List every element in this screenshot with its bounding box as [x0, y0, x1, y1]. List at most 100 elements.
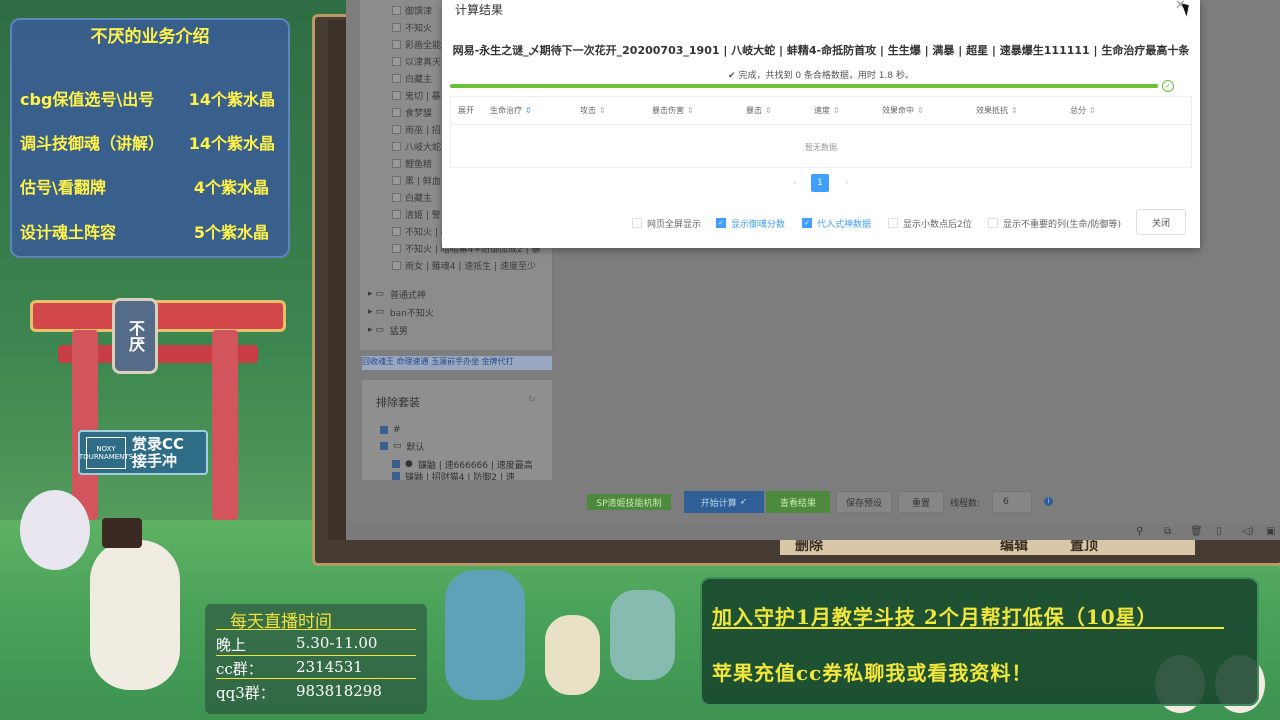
exclude-item[interactable]: 镰鼬 | 招财猫4 | 防御2 | 速 [392, 472, 515, 480]
tree-item-label: 鬼切 | 暴 [405, 91, 441, 102]
tree-item-label: 雨女 | 薙魂4 | 速抵生 | 速度至少 [405, 261, 536, 272]
schedule-divider [216, 678, 416, 679]
sort-icon[interactable]: ⇕ [833, 106, 840, 115]
sort-icon[interactable]: ⇕ [687, 106, 694, 115]
torii-top-beam [30, 300, 286, 332]
exclude-item[interactable]: ▭ 默认 [380, 438, 425, 454]
exclude-sets-title: 排除套装 [376, 396, 420, 409]
option-checkbox[interactable]: ✓ 显示御魂分数 [716, 215, 785, 231]
table-column-header[interactable]: 速度 ⇕ [814, 100, 840, 120]
checkbox-icon [392, 5, 401, 15]
service-price: 14个紫水晶 [188, 134, 275, 153]
threads-input[interactable]: 6 [992, 491, 1032, 513]
tree-item-label: 鲤鱼精 [405, 159, 433, 170]
ad-link-row[interactable]: 回收魂王 命理速通 玉藻前手办坐 金牌代打 [362, 356, 552, 370]
sp-mechanic-button[interactable]: SP清姬技能机制 [587, 494, 671, 510]
mobile-icon[interactable]: ▯ [1216, 526, 1222, 537]
service-name: 设计魂土阵容 [20, 223, 117, 242]
prev-page-button[interactable]: ‹ [786, 174, 804, 192]
table-column-header[interactable]: 暴击 ⇕ [746, 100, 772, 120]
tree-folder[interactable]: ▸ ▭ ban不知火 [368, 303, 528, 321]
sort-icon[interactable]: ⇕ [917, 106, 924, 115]
option-checkbox[interactable]: ✓ 代入式神数据 [802, 215, 871, 231]
checkbox-icon [392, 141, 401, 151]
promo-line-2: 苹果充值cc券私聊我或看我资料！ [712, 661, 1033, 685]
exclude-item[interactable]: ● 镰鼬 | 速666666 | 速度最高 [392, 456, 533, 472]
exclude-item-label: 默认 [406, 442, 425, 453]
sort-icon[interactable]: ⇕ [1089, 106, 1096, 115]
table-column-header[interactable]: 总分 ⇕ [1070, 100, 1096, 120]
save-preset-button[interactable]: 保存预设 [836, 491, 892, 513]
checkbox-icon [392, 243, 401, 253]
option-label: 显示御魂分数 [731, 219, 786, 230]
promo-panel [700, 577, 1259, 706]
share-icon[interactable]: ⧉ [1164, 526, 1171, 537]
schedule-row: qq3群： 983818298 [216, 682, 416, 703]
checkbox-icon [392, 22, 401, 32]
schedule-divider [216, 629, 416, 630]
checkbox-icon [888, 218, 898, 228]
tree-folder[interactable]: ▸ ▭ 猛男 [368, 321, 528, 339]
view-results-button[interactable]: 查看结果 [766, 491, 830, 513]
tree-item-label: 雨巫 | 招 [405, 125, 441, 136]
progress-bar [450, 84, 1158, 88]
option-checkbox[interactable]: 显示小数点后2位 [888, 215, 972, 231]
tree-item[interactable]: 雨女 | 薙魂4 | 速抵生 | 速度至少 [392, 255, 550, 275]
service-row: 调斗技御魂（讲解） 14个紫水晶 [20, 130, 275, 154]
checkbox-icon [392, 39, 401, 49]
threads-label: 线程数: [950, 499, 981, 509]
option-checkbox[interactable]: 网页全屏显示 [632, 215, 701, 231]
folder-icon: ▸ ▭ [368, 325, 384, 335]
option-checkbox[interactable]: 显示不重要的列(生命/防御等) [988, 215, 1121, 231]
tree-item-label: 食梦貘 [405, 108, 433, 119]
column-label: 暴击 [746, 105, 762, 115]
tree-folder[interactable]: ▸ ▭ 普通式神 [368, 285, 528, 303]
pin-icon[interactable]: ⚲ [1136, 526, 1143, 537]
modal-subtitle: 网易-永生之谜_乄期待下一次花开_20200703_1901 | 八岐大蛇 | … [452, 44, 1190, 57]
table-column-header: 展开 [458, 100, 474, 120]
modal-close-button[interactable]: 关闭 [1136, 209, 1186, 235]
game-left-strip [328, 20, 348, 540]
badge-logo: NOXY TOURNAMENTS [79, 436, 133, 469]
table-column-header[interactable]: 攻击 ⇕ [580, 100, 606, 120]
next-page-button[interactable]: › [838, 174, 856, 192]
sort-icon[interactable]: ⇕ [599, 106, 606, 115]
page-button-current[interactable]: 1 [811, 174, 829, 192]
exclude-item[interactable]: # [380, 422, 401, 438]
sort-icon[interactable]: ⇕ [1011, 106, 1018, 115]
service-name: 调斗技御魂（讲解） [20, 134, 165, 153]
column-label: 攻击 [580, 105, 596, 115]
folder-icon: ▸ ▭ [368, 289, 384, 299]
tree-folder-label: 普通式神 [389, 290, 426, 301]
tree-item-label: 清姬 | 警 [405, 210, 441, 221]
start-calc-button[interactable]: 开始计算 ➶ [684, 491, 764, 513]
check-circle-icon: ✓ [1162, 80, 1174, 92]
refresh-icon[interactable]: ↻ [528, 395, 536, 405]
table-column-header[interactable]: 生命治疗 ⇕ [490, 100, 532, 120]
schedule-key: 晚上 [216, 636, 247, 654]
tree-item-label: 不知火 [405, 23, 433, 34]
schedule-value: 5.30-11.00 [296, 634, 378, 652]
trash-icon[interactable]: 🗑 [1190, 526, 1203, 537]
info-icon[interactable]: i [1044, 497, 1053, 506]
checkbox-icon [392, 175, 401, 185]
checkbox-icon [392, 209, 401, 219]
completion-text: 完成，共找到 0 条合格数据，用时 1.8 秒。 [738, 71, 914, 81]
checkbox-icon: ✓ [716, 218, 726, 228]
table-column-header[interactable]: 效果抵抗 ⇕ [976, 100, 1018, 120]
table-column-header[interactable]: 效果命中 ⇕ [882, 100, 924, 120]
service-price: 14个紫水晶 [188, 90, 275, 109]
schedule-value: 983818298 [296, 682, 382, 700]
checkbox-icon [392, 73, 401, 83]
sort-icon[interactable]: ⇕ [765, 106, 772, 115]
user-icon: ● [405, 459, 413, 469]
sort-icon[interactable]: ⇕ [525, 106, 532, 115]
volume-icon[interactable]: ◁) [1242, 526, 1254, 537]
window-icon[interactable]: ▣ [1266, 526, 1275, 537]
character-hat [102, 518, 142, 548]
tree-folder-label: 猛男 [389, 326, 408, 337]
service-intro-title: 不厌的业务介绍 [90, 27, 210, 47]
column-label: 速度 [814, 105, 830, 115]
table-column-header[interactable]: 暴击伤害 ⇕ [652, 100, 694, 120]
reset-button[interactable]: 重置 [898, 491, 944, 513]
